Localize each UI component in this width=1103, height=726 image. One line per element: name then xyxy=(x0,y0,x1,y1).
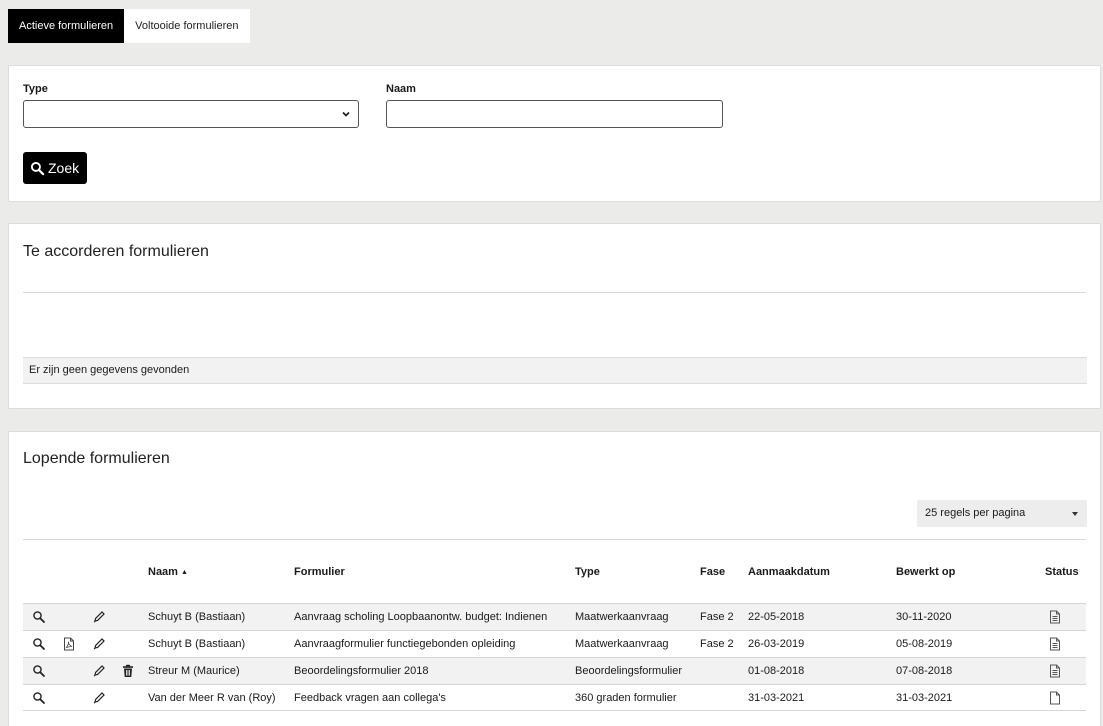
edit-pencil-icon[interactable] xyxy=(92,637,106,651)
view-icon[interactable] xyxy=(32,637,46,651)
row-name: Schuyt B (Bastiaan) xyxy=(148,638,246,650)
document-lines-icon xyxy=(1048,637,1062,651)
page-size-label: 25 regels per pagina xyxy=(925,507,1026,519)
caret-down-icon xyxy=(1072,512,1078,516)
column-header-created[interactable]: Aanmaakdatum xyxy=(748,566,830,578)
form-tabs: Actieve formulieren Voltooide formuliere… xyxy=(8,9,250,43)
row-form: Beoordelingsformulier 2018 xyxy=(294,665,429,677)
row-name: Van der Meer R van (Roy) xyxy=(148,692,276,704)
column-header-name-label: Naam xyxy=(148,566,178,578)
view-icon[interactable] xyxy=(32,610,46,624)
row-created-date: 26-03-2019 xyxy=(748,638,805,650)
view-icon[interactable] xyxy=(32,691,46,705)
row-form: Aanvraagformulier functiegebonden opleid… xyxy=(294,638,516,650)
row-name: Streur M (Maurice) xyxy=(148,665,240,677)
tab-voltooide-formulieren[interactable]: Voltooide formulieren xyxy=(124,9,250,43)
name-label: Naam xyxy=(386,83,416,95)
table-row: Streur M (Maurice) Beoordelingsformulier … xyxy=(23,657,1086,684)
row-type: Maatwerkaanvraag xyxy=(575,638,669,650)
document-lines-icon xyxy=(1048,610,1062,624)
type-label: Type xyxy=(23,83,48,95)
empty-message: Er zijn geen gegevens gevonden xyxy=(23,357,1087,384)
table-row: Van der Meer R van (Roy) Feedback vragen … xyxy=(23,684,1086,711)
view-icon[interactable] xyxy=(32,664,46,678)
pdf-icon[interactable] xyxy=(62,637,76,651)
search-button-label: Zoek xyxy=(48,160,80,176)
column-header-name[interactable]: Naam ▲ xyxy=(148,566,188,578)
table-row: Schuyt B (Bastiaan) Aanvraagformulier fun… xyxy=(23,630,1086,657)
row-name: Schuyt B (Bastiaan) xyxy=(148,611,246,623)
page-size-select[interactable]: 25 regels per pagina xyxy=(917,500,1087,527)
row-phase: Fase 2 xyxy=(700,638,734,650)
search-button[interactable]: Zoek xyxy=(23,152,88,184)
row-edited-date: 30-11-2020 xyxy=(896,611,952,623)
name-input[interactable] xyxy=(386,100,723,128)
search-icon xyxy=(30,161,45,175)
divider xyxy=(23,292,1086,293)
edit-pencil-icon[interactable] xyxy=(92,610,106,624)
row-form: Feedback vragen aan collega's xyxy=(294,692,446,704)
column-header-phase[interactable]: Fase xyxy=(700,566,725,578)
approve-panel: Te accorderen formulieren Er zijn geen g… xyxy=(8,223,1101,409)
row-edited-date: 05-08-2019 xyxy=(896,638,953,650)
running-panel: Lopende formulieren 25 regels per pagina… xyxy=(8,431,1101,726)
column-header-edited[interactable]: Bewerkt op xyxy=(896,566,955,578)
document-blank-icon xyxy=(1048,691,1062,705)
row-phase: Fase 2 xyxy=(700,611,734,623)
row-created-date: 31-03-2021 xyxy=(748,692,805,704)
column-header-form[interactable]: Formulier xyxy=(294,566,345,578)
row-type: Maatwerkaanvraag xyxy=(575,611,669,623)
edit-pencil-icon[interactable] xyxy=(92,664,106,678)
chevron-down-icon xyxy=(342,111,350,117)
row-type: Beoordelingsformulier xyxy=(575,665,682,677)
trash-icon[interactable] xyxy=(121,664,135,678)
type-select[interactable] xyxy=(23,100,359,128)
column-header-status[interactable]: Status xyxy=(1045,566,1079,578)
table-row: Schuyt B (Bastiaan) Aanvraag scholing Loo… xyxy=(23,603,1086,630)
sort-ascending-icon: ▲ xyxy=(180,569,188,576)
row-created-date: 01-08-2018 xyxy=(748,665,805,677)
row-edited-date: 07-08-2018 xyxy=(896,665,953,677)
running-title: Lopende formulieren xyxy=(23,450,170,467)
row-form: Aanvraag scholing Loopbaanontw. budget: … xyxy=(294,611,548,623)
approve-title: Te accorderen formulieren xyxy=(23,243,209,260)
row-created-date: 22-05-2018 xyxy=(748,611,805,623)
row-edited-date: 31-03-2021 xyxy=(896,692,953,704)
row-type: 360 graden formulier xyxy=(575,692,677,704)
divider xyxy=(23,539,1086,540)
document-lines-icon xyxy=(1048,664,1062,678)
search-panel: Type Naam Zoek xyxy=(8,65,1101,202)
tab-actieve-formulieren[interactable]: Actieve formulieren xyxy=(8,9,125,43)
edit-pencil-icon[interactable] xyxy=(92,691,106,705)
column-header-type[interactable]: Type xyxy=(575,566,600,578)
